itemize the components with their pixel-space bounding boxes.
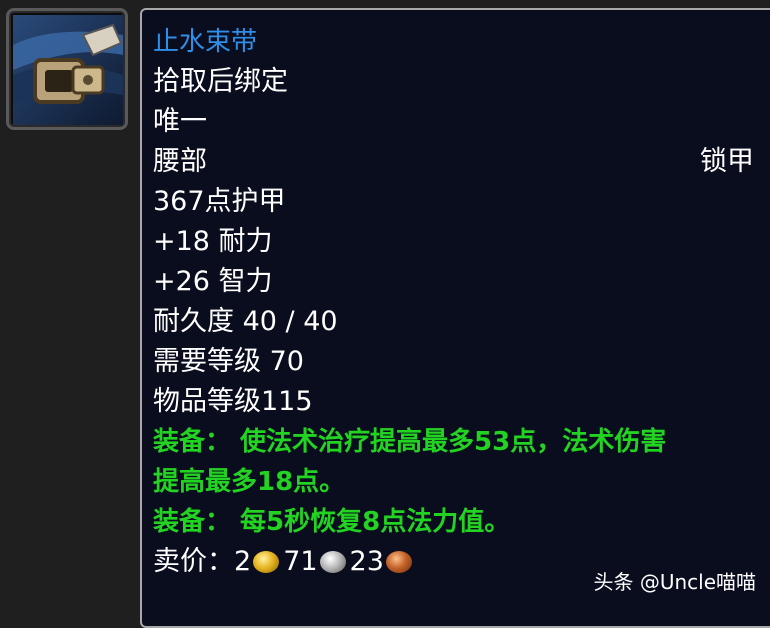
belt-icon xyxy=(13,15,123,125)
sell-gold-amount: 2 xyxy=(234,546,252,577)
equip-effect-mana: 装备： 每5秒恢复8点法力值。 xyxy=(153,507,511,537)
equip-effect-healing: 装备： 使法术治疗提高最多53点，法术伤害 xyxy=(153,427,667,457)
equip-effect-healing-cont: 提高最多18点。 xyxy=(153,467,346,497)
watermark: 头条 @Uncle喵喵 xyxy=(593,570,756,594)
armor-type-text: 锁甲 xyxy=(700,146,754,177)
stat-intellect: +26 智力 xyxy=(153,266,273,297)
unique-text: 唯一 xyxy=(153,106,207,137)
armor-value: 367点护甲 xyxy=(153,186,286,217)
durability-text: 耐久度 40 / 40 xyxy=(153,306,338,337)
required-level: 需要等级 70 xyxy=(153,346,304,377)
gold-coin-icon xyxy=(253,551,280,573)
item-name: 止水束带 xyxy=(153,27,258,57)
silver-coin-icon xyxy=(319,551,346,573)
slot-text: 腰部 xyxy=(153,146,207,177)
item-level: 物品等级115 xyxy=(153,386,313,417)
bind-text: 拾取后绑定 xyxy=(153,66,288,97)
sell-copper-amount: 23 xyxy=(349,546,384,577)
copper-coin-icon xyxy=(385,551,412,573)
sell-price: 卖价：2 71 23 xyxy=(153,546,416,578)
stat-stamina: +18 耐力 xyxy=(153,226,273,257)
item-icon-frame[interactable] xyxy=(6,8,128,130)
sell-label: 卖价： xyxy=(153,546,234,577)
sell-silver-amount: 71 xyxy=(283,546,318,577)
